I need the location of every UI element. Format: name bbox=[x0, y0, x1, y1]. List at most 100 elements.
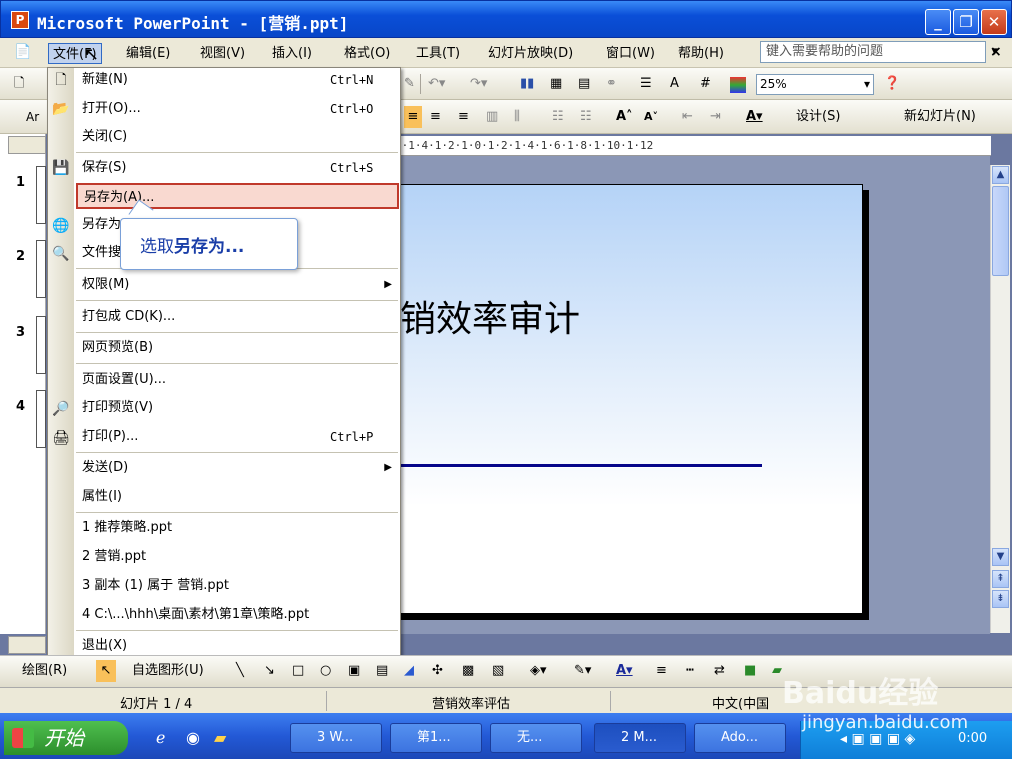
line-color-icon[interactable]: ✎▾ bbox=[574, 660, 591, 682]
shadow-icon[interactable]: ■ bbox=[744, 660, 756, 682]
powerpoint-app-icon[interactable]: P bbox=[11, 11, 29, 29]
menu-window[interactable]: 窗口(W) bbox=[602, 43, 659, 64]
menu-help[interactable]: 帮助(H) bbox=[674, 43, 728, 64]
menu-format[interactable]: 格式(O) bbox=[340, 43, 394, 64]
menu-item-send[interactable]: 发送(D) ▶ bbox=[76, 455, 398, 481]
align-center-icon[interactable]: ≡ bbox=[430, 106, 441, 128]
task-button-notepad[interactable]: 无... bbox=[490, 723, 582, 753]
oval-icon[interactable]: ○ bbox=[320, 660, 331, 682]
menu-item-permission[interactable]: 权限(M) ▶ bbox=[76, 272, 398, 298]
arrow-style-icon[interactable]: ⇄ bbox=[714, 660, 725, 682]
decrease-font-icon[interactable]: A˅ bbox=[644, 106, 658, 128]
menu-item-save[interactable]: 保存(S) Ctrl+S bbox=[76, 155, 398, 181]
help-search-input[interactable]: 键入需要帮助的问题 bbox=[760, 41, 998, 63]
redo-icon[interactable]: ↷▾ bbox=[470, 73, 487, 95]
3d-icon[interactable]: ▰ bbox=[772, 660, 782, 682]
tray-icons[interactable]: ◂ ▣ ▣ ▣ ◈ bbox=[840, 731, 915, 747]
picture-icon[interactable]: ▧ bbox=[492, 660, 504, 682]
folder-icon[interactable]: ▰ bbox=[214, 728, 226, 747]
line-style-icon[interactable]: ≡ bbox=[656, 660, 667, 682]
color-grayscale-icon[interactable] bbox=[730, 77, 746, 93]
outline-tab[interactable] bbox=[8, 136, 46, 154]
font-color-icon[interactable]: A▾ bbox=[616, 660, 633, 682]
dash-style-icon[interactable]: ┅ bbox=[686, 660, 694, 682]
pen-icon[interactable]: ✎ bbox=[404, 73, 415, 95]
help-icon[interactable]: ❓ bbox=[884, 73, 900, 95]
menu-item-recent-4[interactable]: 4 C:\...\hhh\桌面\素材\第1章\策略.ppt bbox=[76, 602, 398, 628]
autoshapes-button[interactable]: 自选图形(U) bbox=[132, 660, 204, 682]
tables-borders-icon[interactable]: ▤ bbox=[578, 73, 590, 95]
align-left-icon[interactable]: ≡ bbox=[404, 106, 422, 128]
previous-slide-button[interactable]: ⇞ bbox=[992, 570, 1009, 588]
next-slide-button[interactable]: ⇟ bbox=[992, 590, 1009, 608]
line-icon[interactable]: ╲ bbox=[236, 660, 244, 682]
menu-item-recent-1[interactable]: 1 推荐策略.ppt bbox=[76, 515, 398, 541]
task-button-word[interactable]: 第1... bbox=[390, 723, 482, 753]
table-icon[interactable]: ▦ bbox=[550, 73, 562, 95]
task-button-adobe[interactable]: Ado... bbox=[694, 723, 786, 753]
menu-item-recent-2[interactable]: 2 营销.ppt bbox=[76, 544, 398, 570]
menu-view[interactable]: 视图(V) bbox=[196, 43, 249, 64]
undo-icon[interactable]: ↶▾ bbox=[428, 73, 445, 95]
expand-icon[interactable]: ☰ bbox=[640, 73, 652, 95]
select-pointer-icon[interactable]: ↖ bbox=[96, 660, 116, 682]
show-formatting-icon[interactable]: A bbox=[670, 73, 679, 95]
numbering-icon[interactable]: ☷ bbox=[552, 106, 564, 128]
new-icon[interactable]: 🗋 bbox=[14, 73, 24, 95]
minimize-button[interactable]: _ bbox=[925, 9, 951, 35]
browser-icon[interactable]: ◉ bbox=[186, 728, 200, 747]
menu-item-web-preview[interactable]: 网页预览(B) bbox=[76, 335, 398, 361]
new-slide-button[interactable]: 新幻灯片(N) bbox=[904, 106, 976, 128]
menu-tools[interactable]: 工具(T) bbox=[412, 43, 464, 64]
slide-thumbnail[interactable] bbox=[36, 316, 46, 374]
menu-item-package-cd[interactable]: 打包成 CD(K)... bbox=[76, 304, 398, 330]
clipart-icon[interactable]: ▩ bbox=[462, 660, 474, 682]
increase-indent-icon[interactable]: ⇥ bbox=[710, 106, 721, 128]
slide-thumbnail[interactable] bbox=[36, 166, 46, 224]
increase-font-icon[interactable]: A˄ bbox=[616, 106, 633, 128]
menu-insert[interactable]: 插入(I) bbox=[268, 43, 316, 64]
decrease-indent-icon[interactable]: ⇤ bbox=[682, 106, 693, 128]
grid-icon[interactable]: # bbox=[700, 73, 711, 95]
menu-item-page-setup[interactable]: 页面设置(U)... bbox=[76, 367, 398, 393]
fill-color-icon[interactable]: ◈▾ bbox=[530, 660, 547, 682]
bullets-icon[interactable]: ☷ bbox=[580, 106, 592, 128]
view-buttons[interactable] bbox=[8, 636, 46, 654]
draw-menu-button[interactable]: 绘图(R) bbox=[22, 660, 67, 682]
menu-slideshow[interactable]: 幻灯片放映(D) bbox=[484, 43, 577, 64]
menu-item-new[interactable]: 新建(N) Ctrl+N bbox=[76, 67, 398, 93]
arrow-icon[interactable]: ↘ bbox=[264, 660, 275, 682]
diagram-icon[interactable]: ✣ bbox=[432, 660, 443, 682]
scroll-thumb[interactable] bbox=[992, 186, 1009, 276]
align-right-icon[interactable]: ≡ bbox=[458, 106, 469, 128]
task-button-powerpoint[interactable]: 2 M... bbox=[594, 723, 686, 753]
menu-item-open[interactable]: 打开(O)... Ctrl+O bbox=[76, 96, 398, 122]
menu-item-print-preview[interactable]: 打印预览(V) bbox=[76, 395, 398, 421]
scroll-up-button[interactable]: ▲ bbox=[992, 166, 1009, 184]
close-button[interactable]: ✕ bbox=[981, 9, 1007, 35]
document-icon[interactable]: 📄 bbox=[14, 44, 42, 64]
wordart-icon[interactable]: ◢ bbox=[404, 660, 414, 682]
vertical-textbox-icon[interactable]: ▤ bbox=[376, 660, 388, 682]
scroll-down-button[interactable]: ▼ bbox=[992, 548, 1009, 566]
hyperlink-icon[interactable]: ⚭ bbox=[606, 73, 617, 95]
ie-icon[interactable]: ℯ bbox=[156, 728, 165, 747]
slide[interactable] bbox=[373, 184, 863, 614]
menu-item-recent-3[interactable]: 3 副本 (1) 属于 营销.ppt bbox=[76, 573, 398, 599]
zoom-select[interactable]: 25% bbox=[756, 74, 874, 95]
menu-item-properties[interactable]: 属性(I) bbox=[76, 484, 398, 510]
menu-item-close[interactable]: 关闭(C) bbox=[76, 124, 398, 150]
task-button-explorer[interactable]: 3 W... bbox=[290, 723, 382, 753]
close-document-button[interactable]: × bbox=[990, 44, 1002, 60]
menu-item-print[interactable]: 打印(P)... Ctrl+P bbox=[76, 424, 398, 450]
distributed-icon[interactable]: ▥ bbox=[486, 106, 498, 128]
rectangle-icon[interactable]: □ bbox=[292, 660, 304, 682]
font-color-icon[interactable]: A▾ bbox=[746, 106, 763, 128]
chart-icon[interactable]: ▮▮ bbox=[520, 73, 534, 95]
vertical-text-icon[interactable]: ⫼ bbox=[514, 106, 520, 128]
design-button[interactable]: 设计(S) bbox=[796, 106, 840, 128]
font-name-box[interactable]: Ar bbox=[26, 106, 39, 128]
textbox-icon[interactable]: ▣ bbox=[348, 660, 360, 682]
slide-title[interactable]: 销效率审计 bbox=[400, 290, 580, 342]
restore-button[interactable]: ❐ bbox=[953, 9, 979, 35]
